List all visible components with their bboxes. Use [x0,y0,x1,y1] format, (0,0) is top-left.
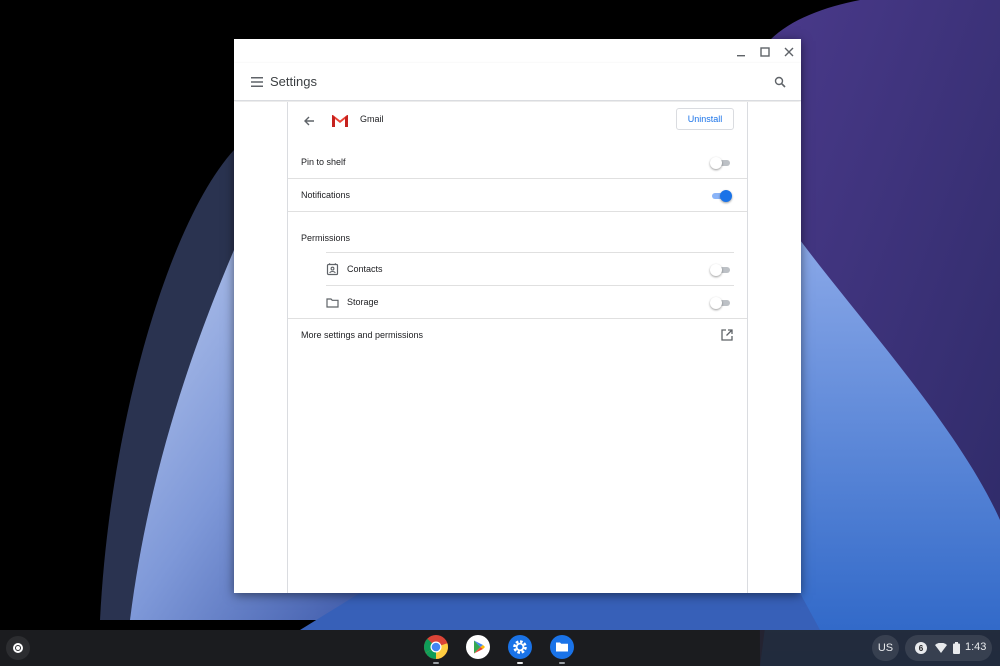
pin-to-shelf-row[interactable]: Pin to shelf [288,146,747,179]
settings-toolbar: Settings [234,63,801,101]
search-button[interactable] [769,71,791,93]
pin-to-shelf-toggle[interactable] [710,157,732,169]
chrome-icon[interactable] [423,634,449,660]
main-menu-button[interactable] [246,71,268,93]
hamburger-menu-icon [251,77,263,87]
clock: 1:43 [965,641,987,653]
search-icon [774,76,786,88]
app-detail-header: Gmail Uninstall [288,102,747,142]
settings-gear-icon[interactable] [507,634,533,660]
launcher-button[interactable] [6,636,30,660]
battery-icon [953,642,960,654]
notification-count-badge: 6 [915,642,927,654]
status-tray[interactable]: 6 1:43 [905,635,992,661]
close-icon [784,47,794,57]
files-icon[interactable] [549,634,575,660]
gmail-icon [332,115,348,127]
back-arrow-icon [304,116,314,126]
contacts-permission-toggle[interactable] [710,264,732,276]
permissions-header: Permissions [288,213,747,253]
toggle-knob [720,190,732,202]
wifi-icon [935,643,947,653]
open-in-new-icon[interactable] [720,328,734,342]
storage-permission-toggle[interactable] [710,297,732,309]
launcher-icon [13,643,23,653]
play-store-icon[interactable] [465,634,491,660]
permissions-title: Permissions [301,233,351,243]
app-detail-card: Gmail Uninstall Pin to shelf Notificatio… [287,102,748,593]
permission-row-storage[interactable]: Storage [288,286,747,319]
toggle-knob [710,297,722,309]
notifications-toggle[interactable] [710,190,732,202]
window-caption-bar [234,39,801,63]
files-running-indicator [559,662,565,664]
folder-icon [326,298,339,308]
page-title: Settings [270,74,317,89]
settings-window: Settings Gmail Uninstall Pin to shelf No… [234,39,801,593]
app-name: Gmail [360,114,384,124]
permission-label: Contacts [347,264,383,274]
uninstall-button[interactable]: Uninstall [676,108,734,130]
notifications-row[interactable]: Notifications [288,179,747,212]
maximize-button[interactable] [754,41,776,63]
row-divider [288,211,747,212]
close-button[interactable] [778,41,800,63]
chrome-running-indicator [433,662,439,664]
toggle-knob [710,264,722,276]
permission-row-contacts[interactable]: Contacts [288,253,747,286]
back-button[interactable] [298,110,320,132]
more-settings-label: More settings and permissions [301,330,424,340]
more-settings-row[interactable]: More settings and permissions [288,319,747,352]
permission-label: Storage [347,297,379,307]
contacts-icon [326,263,339,276]
toggle-knob [710,157,722,169]
maximize-icon [760,47,770,57]
minimize-button[interactable] [730,41,752,63]
notifications-label: Notifications [301,190,351,200]
settings-running-indicator [517,662,523,664]
shelf: US 6 1:43 [0,630,1000,666]
pin-to-shelf-label: Pin to shelf [301,157,346,167]
minimize-icon [737,55,745,57]
ime-menu-button[interactable]: US [872,635,899,661]
